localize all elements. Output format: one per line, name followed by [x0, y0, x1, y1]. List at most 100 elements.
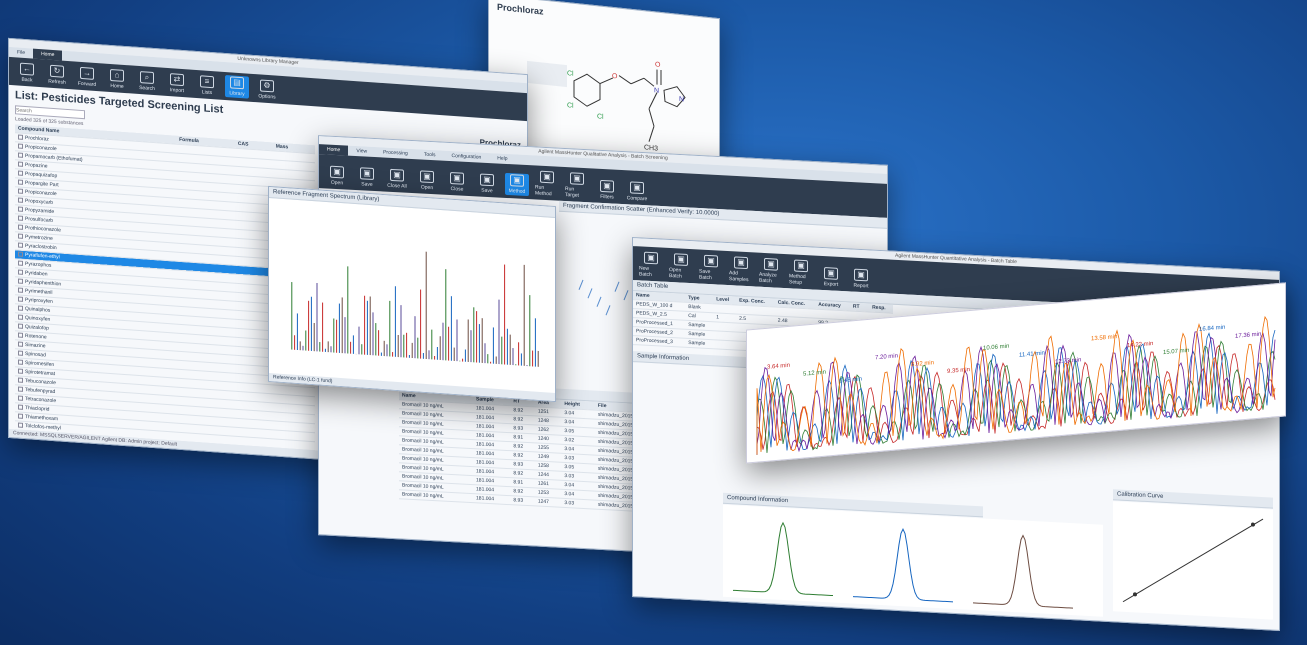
ribbon-button[interactable]: ▣ Analyze Batch [759, 257, 783, 285]
result-cell: 1247 [534, 496, 562, 508]
ribbon-button[interactable]: ▣ Run Target [565, 172, 589, 199]
ribbon-button[interactable]: ▣ Method Setup [789, 259, 813, 286]
fragment-mark [614, 281, 620, 292]
tab-help[interactable]: Help [489, 153, 515, 164]
refresh-button[interactable]: ↻ Refresh [45, 64, 69, 86]
forward-button[interactable]: → Forward [75, 66, 99, 89]
fragment-mark [596, 296, 602, 307]
ribbon-icon: ▣ [420, 170, 434, 184]
library-icon: ▤ [230, 76, 244, 90]
row-checkbox[interactable] [18, 224, 23, 231]
ribbon-button[interactable]: ▣ Run Method [535, 170, 559, 197]
row-checkbox[interactable] [18, 413, 23, 420]
ribbon-button[interactable]: ▣ Open [415, 170, 439, 191]
row-checkbox[interactable] [18, 170, 23, 177]
ribbon-button[interactable]: ▣ Report [849, 268, 873, 289]
batch-cell [713, 339, 737, 350]
refresh-icon: ↻ [50, 64, 64, 78]
row-checkbox[interactable] [18, 359, 23, 366]
ribbon-icon: ▣ [570, 172, 584, 186]
row-checkbox[interactable] [18, 314, 23, 321]
result-cell: 181.004 [473, 493, 511, 505]
row-checkbox[interactable] [18, 296, 23, 303]
search-button[interactable]: ⌕ Search [135, 71, 159, 93]
row-checkbox[interactable] [18, 341, 23, 348]
row-checkbox[interactable] [18, 134, 23, 141]
options-button[interactable]: ⚙ Options [255, 79, 279, 101]
n-label-amide: N [654, 87, 659, 95]
row-checkbox[interactable] [18, 287, 23, 294]
spectrum-plot [291, 251, 539, 367]
ribbon-icon: ▣ [450, 171, 464, 185]
ribbon-button[interactable]: ▣ Compare [625, 181, 649, 202]
ribbon-button[interactable]: ▣ Open [325, 165, 349, 186]
row-checkbox[interactable] [18, 215, 23, 222]
row-checkbox[interactable] [18, 395, 23, 402]
row-checkbox[interactable] [18, 386, 23, 393]
tab-tools[interactable]: Tools [416, 149, 444, 160]
home-icon: ⌂ [110, 68, 124, 82]
batch-cell: ProProcessed_3 [633, 335, 686, 348]
row-checkbox[interactable] [18, 197, 23, 204]
home-button[interactable]: ⌂ Home [105, 68, 129, 91]
row-checkbox[interactable] [18, 143, 23, 150]
forward-arrow-icon: → [80, 66, 94, 80]
row-checkbox[interactable] [18, 233, 23, 240]
ribbon-icon: ▣ [510, 174, 524, 187]
row-checkbox[interactable] [18, 251, 23, 258]
peak-label: 15.07 min [1163, 348, 1189, 356]
row-checkbox[interactable] [18, 179, 23, 186]
row-checkbox[interactable] [18, 278, 23, 285]
back-button[interactable]: ← Back [15, 62, 39, 84]
row-checkbox[interactable] [18, 368, 23, 375]
row-checkbox[interactable] [18, 260, 23, 267]
library-button[interactable]: ▤ Library [225, 74, 249, 99]
ribbon-icon: ▣ [734, 256, 748, 270]
ribbon-icon: ▣ [480, 173, 494, 187]
tab-view[interactable]: View [348, 146, 375, 157]
ribbon-icon: ▣ [600, 179, 614, 193]
calibration-curve [1113, 501, 1273, 620]
row-checkbox[interactable] [18, 323, 23, 330]
batch-cell: Sample [685, 338, 714, 349]
lists-button[interactable]: ≡ Lists [195, 75, 219, 97]
row-checkbox[interactable] [18, 422, 23, 429]
peak-label: 10.06 min [983, 344, 1009, 352]
o-label-carbonyl: O [655, 61, 661, 69]
ribbon-icon: ▣ [704, 254, 718, 268]
peak-label: 17.36 min [1235, 332, 1261, 340]
ribbon-button[interactable]: ▣ Save [355, 167, 379, 188]
row-checkbox[interactable] [18, 188, 23, 195]
tab-file[interactable]: File [9, 47, 33, 59]
ribbon-button[interactable]: ▣ Method [505, 172, 529, 197]
import-button[interactable]: ⇄ Import [165, 73, 189, 95]
ribbon-button[interactable]: ▣ Close All [385, 168, 409, 190]
row-checkbox[interactable] [18, 305, 23, 312]
ribbon-button[interactable]: ▣ Open Batch [669, 253, 693, 280]
ribbon-button[interactable]: ▣ Add Samples [729, 256, 753, 283]
fragment-mark [605, 305, 611, 316]
row-checkbox[interactable] [18, 242, 23, 249]
row-checkbox[interactable] [18, 206, 23, 213]
gear-icon: ⚙ [260, 79, 274, 93]
peak-label: 8.92 min [911, 360, 934, 368]
ribbon-button[interactable]: ▣ Save Batch [699, 254, 723, 282]
row-checkbox[interactable] [18, 332, 23, 339]
ribbon-button[interactable]: ▣ Save [475, 173, 499, 194]
ribbon-button[interactable]: ▣ Export [819, 267, 843, 288]
ribbon-button[interactable]: ▣ Filters [595, 179, 619, 201]
row-checkbox[interactable] [18, 269, 23, 276]
row-checkbox[interactable] [18, 377, 23, 384]
row-checkbox[interactable] [18, 161, 23, 168]
peak-label: 6.48 min [839, 376, 862, 384]
spectrum-window: Reference Fragment Spectrum (Library) Re… [268, 185, 556, 403]
tab-home[interactable]: Home [319, 144, 349, 156]
row-checkbox[interactable] [18, 152, 23, 159]
ribbon-button[interactable]: ▣ Close [445, 171, 469, 193]
tab-processing[interactable]: Processing [375, 147, 416, 159]
ribbon-button[interactable]: ▣ New Batch [639, 251, 663, 278]
row-checkbox[interactable] [18, 350, 23, 357]
row-checkbox[interactable] [18, 404, 23, 411]
compound-peak-trace [853, 528, 953, 603]
tab-home[interactable]: Home [33, 48, 63, 61]
